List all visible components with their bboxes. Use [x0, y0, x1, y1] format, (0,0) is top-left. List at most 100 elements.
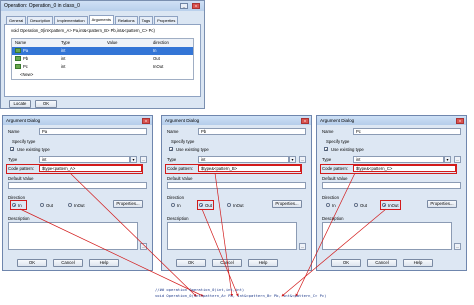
grid-header-value[interactable]: Value: [104, 39, 150, 47]
specify-type-label: Specify type: [12, 139, 36, 144]
dialog-cancel-button[interactable]: Cancel: [367, 259, 397, 267]
default-value-label: Default Value: [8, 176, 34, 181]
tab-relations[interactable]: Relations: [114, 16, 138, 24]
close-button[interactable]: x: [192, 3, 200, 9]
direction-inout-label: InOut: [233, 202, 244, 208]
code-pattern-highlight: [6, 164, 143, 174]
default-value-label: Default Value: [322, 176, 348, 181]
description-field[interactable]: [322, 222, 452, 250]
direction-label: Direction: [322, 195, 339, 200]
tab-tags[interactable]: Tags: [138, 16, 154, 24]
type-field[interactable]: int: [353, 156, 444, 163]
new-row-label: <New>: [20, 72, 34, 77]
code-pattern-highlight: [320, 164, 457, 174]
direction-out-radio[interactable]: [40, 203, 44, 207]
default-value-field[interactable]: [8, 182, 147, 189]
grid-header-type[interactable]: Type: [58, 39, 104, 47]
dialog-ok-button[interactable]: OK: [17, 259, 47, 267]
row-type: int: [61, 56, 66, 61]
type-label: Type: [8, 157, 18, 162]
description-browse-button[interactable]: ...: [454, 243, 461, 250]
direction-inout-radio[interactable]: [68, 203, 72, 207]
description-browse-button[interactable]: ...: [140, 243, 147, 250]
use-existing-type-label: Use existing type: [176, 146, 209, 152]
dialog-ok-button[interactable]: OK: [176, 259, 206, 267]
direction-label: Direction: [167, 195, 184, 200]
dialog-title: Argument Dialog: [162, 116, 311, 125]
row-type: int: [61, 64, 66, 69]
name-field[interactable]: Pb: [198, 128, 306, 135]
description-field[interactable]: [167, 222, 297, 250]
dialog-close-button[interactable]: x: [142, 117, 150, 124]
dialog-title: Argument Dialog: [317, 116, 466, 125]
type-field[interactable]: int: [39, 156, 130, 163]
direction-in-radio[interactable]: [171, 203, 175, 207]
specify-type-label: Specify type: [171, 139, 195, 144]
description-browse-button[interactable]: ...: [299, 243, 306, 250]
tab-general[interactable]: General: [6, 16, 27, 24]
table-row[interactable]: Pc int InOut: [12, 63, 193, 71]
grid-header-name[interactable]: Name: [12, 39, 58, 47]
table-row[interactable]: Pa int In: [12, 47, 193, 55]
minimize-button[interactable]: _: [180, 3, 188, 9]
properties-button[interactable]: Properties...: [272, 200, 302, 208]
argument-dialog-pb: Argument Dialog x Name Pb Specify type ✓…: [161, 115, 312, 271]
generated-code-comment: //## operation Operation_0(int,int,int): [155, 287, 245, 292]
operation-signature: void Operation_0(int<pattern_A> Pa,int&<…: [11, 28, 155, 33]
default-value-field[interactable]: [167, 182, 306, 189]
row-direction: InOut: [153, 64, 164, 69]
dialog-help-button[interactable]: Help: [403, 259, 433, 267]
dialog-ok-button[interactable]: OK: [331, 259, 361, 267]
dialog-help-button[interactable]: Help: [89, 259, 119, 267]
direction-in-radio[interactable]: [326, 203, 330, 207]
dialog-close-button[interactable]: x: [301, 117, 309, 124]
tab-properties[interactable]: Properties: [154, 16, 179, 24]
row-direction: In: [153, 48, 157, 53]
properties-button[interactable]: Properties...: [113, 200, 143, 208]
type-field[interactable]: int: [198, 156, 289, 163]
direction-highlight: [10, 200, 27, 210]
row-value: [104, 55, 150, 63]
grid-header-direction[interactable]: direction: [150, 39, 193, 47]
parameter-icon: [15, 48, 21, 54]
description-field[interactable]: [8, 222, 138, 250]
type-dropdown-button[interactable]: ▾: [130, 156, 137, 163]
type-dropdown-button[interactable]: ▾: [444, 156, 451, 163]
dialog-help-button[interactable]: Help: [248, 259, 278, 267]
default-value-label: Default Value: [167, 176, 193, 181]
row-name: Pb: [23, 56, 29, 61]
use-existing-type-checkbox[interactable]: ✓: [169, 147, 173, 152]
name-field[interactable]: Pc: [353, 128, 461, 135]
direction-in-label: In: [177, 202, 181, 208]
tab-description[interactable]: Description: [27, 16, 54, 24]
description-label: Description: [322, 216, 344, 221]
type-browse-button[interactable]: ...: [454, 156, 461, 163]
properties-button[interactable]: Properties...: [427, 200, 457, 208]
arguments-panel: void Operation_0(int<pattern_A> Pa,int&<…: [4, 24, 201, 97]
dialog-cancel-button[interactable]: Cancel: [53, 259, 83, 267]
direction-out-radio[interactable]: [354, 203, 358, 207]
tab-implementation[interactable]: Implementation: [54, 16, 88, 24]
type-browse-button[interactable]: ...: [299, 156, 306, 163]
dialog-cancel-button[interactable]: Cancel: [212, 259, 242, 267]
default-value-field[interactable]: [322, 182, 461, 189]
type-browse-button[interactable]: ...: [140, 156, 147, 163]
description-label: Description: [8, 216, 30, 221]
description-label: Description: [167, 216, 189, 221]
tab-arguments[interactable]: Arguments: [88, 15, 114, 24]
direction-inout-radio[interactable]: [227, 203, 231, 207]
parameter-icon: [15, 56, 21, 62]
use-existing-type-checkbox[interactable]: ✓: [10, 147, 14, 152]
table-row[interactable]: Pb int Out: [12, 55, 193, 63]
new-row[interactable]: <New>: [12, 71, 193, 79]
type-dropdown-button[interactable]: ▾: [289, 156, 296, 163]
locate-button[interactable]: Locate: [9, 100, 31, 108]
type-label: Type: [322, 157, 332, 162]
direction-highlight: [380, 200, 401, 210]
name-field[interactable]: Pa: [39, 128, 147, 135]
dialog-close-button[interactable]: x: [456, 117, 464, 124]
operation-window: Operation: Operation_0 in class_0 _ x Ge…: [0, 0, 205, 109]
ok-button[interactable]: OK: [35, 100, 57, 108]
name-label: Name: [322, 129, 334, 134]
use-existing-type-checkbox[interactable]: ✓: [324, 147, 328, 152]
